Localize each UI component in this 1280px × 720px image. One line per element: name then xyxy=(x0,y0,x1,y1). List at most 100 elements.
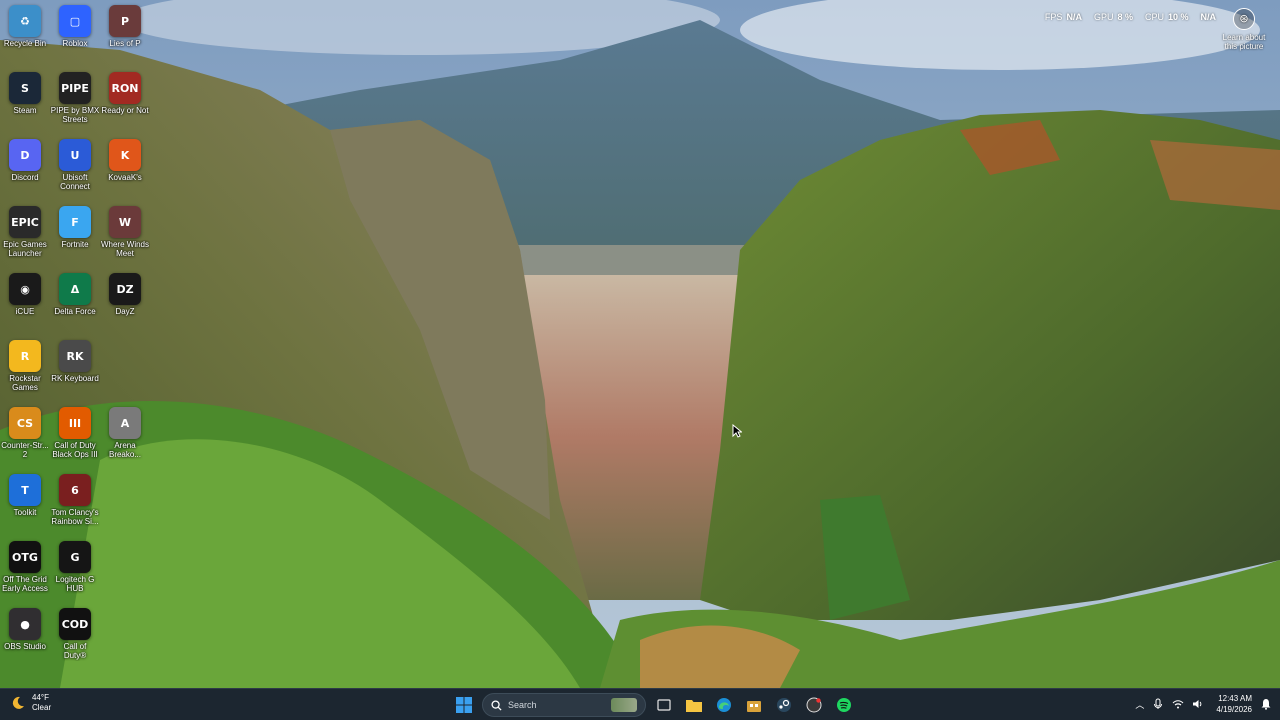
app-icon: ▢ xyxy=(59,5,91,37)
search-icon xyxy=(491,699,502,711)
desktop-icon[interactable]: PIPE PIPE by BMX Streets xyxy=(50,72,100,125)
desktop-icon-label: iCUE xyxy=(15,307,35,316)
taskbar-search[interactable]: Search xyxy=(482,693,646,717)
desktop-icon-label: Rockstar Games xyxy=(9,374,41,392)
folder-icon xyxy=(686,700,702,712)
desktop-icon[interactable]: P Lies of P xyxy=(100,5,150,58)
desktop-icon[interactable]: D Discord xyxy=(0,139,50,192)
taskbar-app-obs[interactable] xyxy=(802,693,826,717)
desktop-icon[interactable]: ◉ iCUE xyxy=(0,273,50,326)
desktop-icon-label: Roblox xyxy=(62,39,88,48)
desktop-icon[interactable]: EPIC Epic Games Launcher xyxy=(0,206,50,259)
desktop-icon-label: Ubisoft Connect xyxy=(60,173,90,191)
desktop-icon[interactable]: K KovaaK's xyxy=(100,139,150,192)
search-highlight-icon xyxy=(611,698,637,712)
notification-bell-icon[interactable] xyxy=(1260,698,1272,710)
desktop-icon[interactable]: ● OBS Studio xyxy=(0,608,50,661)
weather-widget[interactable]: 44°F Clear xyxy=(10,693,51,713)
taskbar-clock[interactable]: 12:43 AM 4/19/2026 xyxy=(1216,693,1252,715)
desktop-icon[interactable]: T Toolkit xyxy=(0,474,50,527)
desktop-wallpaper: ♻ Recycle Bin ▢ Roblox P Lies of P S Steam PIPE P… xyxy=(0,0,1280,688)
app-icon: R xyxy=(9,340,41,372)
desktop-icon-label: OBS Studio xyxy=(4,642,46,651)
desktop-icon-label: Off The Grid Early Access xyxy=(2,575,48,593)
app-icon: RON xyxy=(109,72,141,104)
desktop-icon[interactable]: 6 Tom Clancy's Rainbow Si... xyxy=(50,474,100,527)
app-icon: DZ xyxy=(109,273,141,305)
desktop-icon[interactable]: DZ DayZ xyxy=(100,273,150,326)
gpu-value: 8 % xyxy=(1117,12,1133,22)
desktop-icon[interactable]: RON Ready or Not xyxy=(100,72,150,125)
desktop-icon-label: Fortnite xyxy=(61,240,89,249)
start-button[interactable] xyxy=(452,693,476,717)
desktop-icon[interactable]: A Arena Breako... xyxy=(100,407,150,460)
desktop-icon-label: Toolkit xyxy=(13,508,37,517)
task-view-button[interactable] xyxy=(652,693,676,717)
desktop-icon-label: DayZ xyxy=(115,307,135,316)
desktop-icon-label: Tom Clancy's Rainbow Si... xyxy=(51,508,99,526)
desktop-icon[interactable]: RK RK Keyboard xyxy=(50,340,100,393)
desktop-icon[interactable]: COD Call of Duty® xyxy=(50,608,100,661)
desktop-icon[interactable]: F Fortnite xyxy=(50,206,100,259)
desktop-icon-label: Call of Duty Black Ops III xyxy=(52,441,98,459)
app-icon: U xyxy=(59,139,91,171)
app-icon: Δ xyxy=(59,273,91,305)
desktop-icon-label: PIPE by BMX Streets xyxy=(50,106,100,124)
moon-icon xyxy=(12,696,24,709)
app-icon: A xyxy=(109,407,141,439)
desktop-icon-label: Counter-Str... 2 xyxy=(1,441,49,459)
desktop-icon[interactable]: G Logitech G HUB xyxy=(50,541,100,594)
taskbar-app-file-explorer[interactable] xyxy=(682,693,706,717)
cpu-label: CPU xyxy=(1144,12,1164,22)
task-view-icon xyxy=(657,699,671,711)
app-icon: 6 xyxy=(59,474,91,506)
desktop-icon-label: Ready or Not xyxy=(101,106,149,115)
app-icon: OTG xyxy=(9,541,41,573)
edge-icon xyxy=(717,698,731,712)
app-icon: COD xyxy=(59,608,91,640)
taskbar-app-store[interactable] xyxy=(742,693,766,717)
wallpaper-landscape xyxy=(0,0,1280,688)
spotify-icon xyxy=(837,698,851,712)
desktop-icon[interactable]: ▢ Roblox xyxy=(50,5,100,58)
chevron-up-icon[interactable]: ︿ xyxy=(1135,698,1144,711)
desktop-icon-label: Steam xyxy=(13,106,37,115)
desktop-icon[interactable]: CS Counter-Str... 2 xyxy=(0,407,50,460)
volume-icon[interactable] xyxy=(1192,698,1204,710)
desktop-icon-label: Epic Games Launcher xyxy=(3,240,47,258)
desktop-icon[interactable]: U Ubisoft Connect xyxy=(50,139,100,192)
desktop-icon-label: Discord xyxy=(11,173,39,182)
app-icon: ● xyxy=(9,608,41,640)
desktop-icon-label: Logitech G HUB xyxy=(55,575,95,593)
store-icon xyxy=(747,701,761,712)
app-icon: III xyxy=(59,407,91,439)
desktop-icon[interactable]: ♻ Recycle Bin xyxy=(0,5,50,58)
microphone-icon[interactable] xyxy=(1152,698,1164,710)
wifi-icon[interactable] xyxy=(1172,698,1184,710)
desktop-icon[interactable]: W Where Winds Meet xyxy=(100,206,150,259)
desktop-icon[interactable]: S Steam xyxy=(0,72,50,125)
clock-time: 12:43 AM xyxy=(1218,694,1252,703)
desktop-icon-label: Delta Force xyxy=(54,307,96,316)
clock-date: 4/19/2026 xyxy=(1216,705,1252,714)
taskbar-app-edge[interactable] xyxy=(712,693,736,717)
app-icon: W xyxy=(109,206,141,238)
app-icon: CS xyxy=(9,407,41,439)
desktop-icon[interactable]: OTG Off The Grid Early Access xyxy=(0,541,50,594)
desktop-icon-label: RK Keyboard xyxy=(51,374,99,383)
learn-about-picture[interactable]: ⊛ Learn about this picture xyxy=(1214,8,1274,51)
app-icon: T xyxy=(9,474,41,506)
desktop-icon-label: KovaaK's xyxy=(108,173,142,182)
app-icon: P xyxy=(109,5,141,37)
desktop-icon-label: Call of Duty® xyxy=(63,642,87,660)
taskbar-app-spotify[interactable] xyxy=(832,693,856,717)
desktop-icon[interactable]: R Rockstar Games xyxy=(0,340,50,393)
taskbar-app-steam[interactable] xyxy=(772,693,796,717)
weather-condition: Clear xyxy=(32,703,52,712)
desktop-icon[interactable]: Δ Delta Force xyxy=(50,273,100,326)
desktop-icon[interactable]: III Call of Duty Black Ops III xyxy=(50,407,100,460)
learn-about-picture-label: Learn about this picture xyxy=(1222,33,1266,51)
cpu-stat: CPU 10 % xyxy=(1145,12,1189,22)
obs-icon xyxy=(806,697,822,713)
mouse-cursor-icon xyxy=(732,424,742,438)
